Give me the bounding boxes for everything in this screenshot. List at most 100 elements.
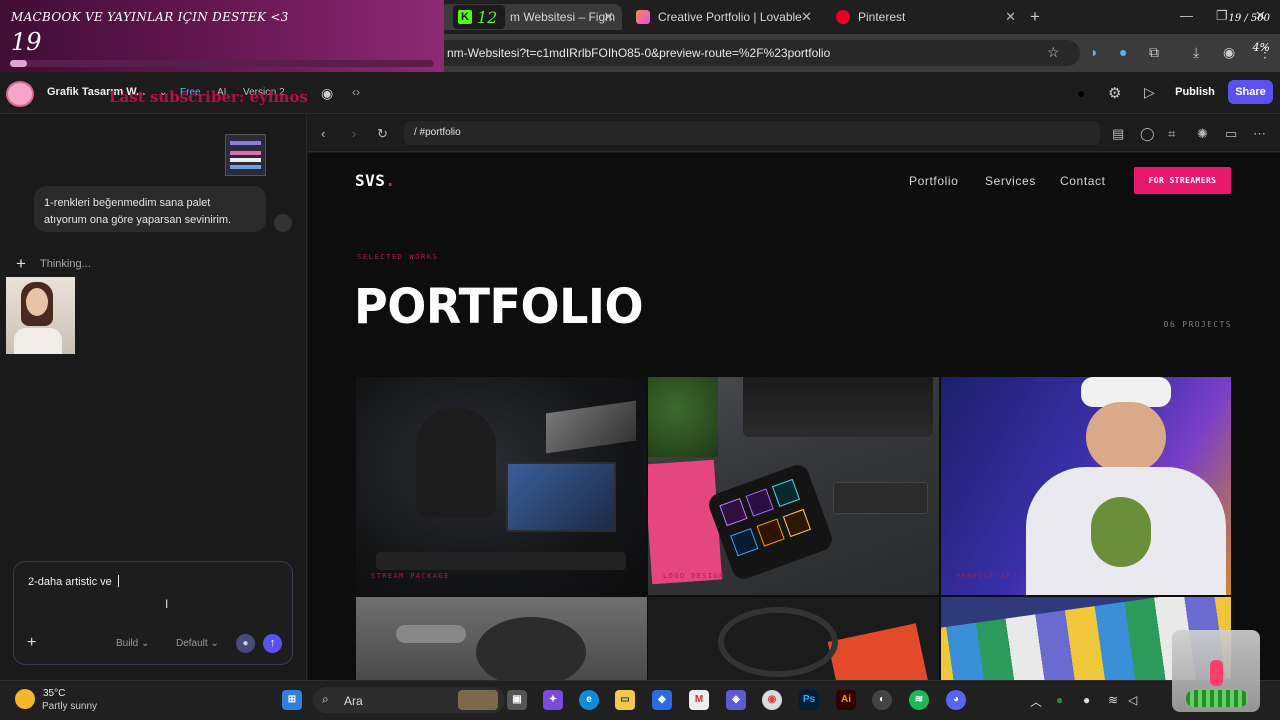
person-face [1086, 402, 1166, 472]
gear-icon[interactable]: ⚙ [1108, 84, 1121, 102]
for-streamers-button[interactable]: FOR STREAMERS [1134, 167, 1231, 194]
photoshop-icon [730, 528, 759, 557]
model-selector[interactable]: Default ⌄ [176, 638, 219, 649]
goal-amount: 19 [11, 28, 42, 56]
tab-lovable[interactable]: Creative Portfolio | Lovable ✕ [628, 4, 820, 30]
adobe-stickers-pad [705, 461, 836, 583]
logo-text: SVS [355, 171, 386, 190]
message-options-button[interactable] [274, 214, 292, 232]
obs-icon[interactable]: ◐ [872, 690, 892, 710]
goal-progress-fill [10, 60, 27, 67]
straw-decoration [1210, 660, 1223, 686]
tab-lovable-label: Creative Portfolio | Lovable [658, 10, 802, 24]
code-icon[interactable]: ‹› [352, 85, 360, 99]
folder-icon[interactable]: ▭ [615, 690, 635, 710]
minimize-button[interactable]: — [1180, 8, 1193, 23]
portfolio-card-4[interactable] [356, 597, 647, 680]
microphone-icon[interactable]: ● [1083, 693, 1090, 707]
after-effects-icon [745, 488, 774, 517]
goal-percent: 4% [1252, 41, 1270, 54]
portfolio-card-profile-art[interactable] [941, 377, 1231, 595]
avatar[interactable] [6, 81, 34, 107]
sun-cloud-icon [15, 689, 35, 709]
send-button[interactable]: ↑ [263, 634, 282, 653]
attach-plus-button[interactable]: + [27, 634, 36, 652]
spotify-icon[interactable]: ≋ [909, 690, 929, 710]
attached-image-thumbnail[interactable] [225, 134, 266, 176]
audition-icon [771, 478, 801, 508]
download-icon[interactable]: ⤓ [1193, 44, 1199, 61]
close-icon[interactable]: ✕ [801, 9, 812, 25]
taskbar-search-label: Ara [344, 694, 363, 708]
microphone-icon[interactable]: ● [236, 634, 255, 653]
wifi-icon[interactable]: ≋ [1108, 693, 1118, 707]
preview-route[interactable]: / #portfolio [414, 127, 461, 138]
select-icon[interactable]: ⌗ [1168, 126, 1175, 142]
store-icon[interactable]: ◆ [652, 690, 672, 710]
kick-viewer-badge: K 12 [453, 5, 505, 29]
discord-icon[interactable]: ◕ [946, 690, 966, 710]
refresh-icon[interactable]: ↻ [377, 126, 388, 142]
composer-input[interactable]: 2-daha artistic ve [28, 576, 112, 588]
close-icon[interactable]: ✕ [1005, 9, 1016, 25]
monitor-shape [743, 377, 933, 437]
card-label: STREAM PACKAGE [371, 572, 450, 580]
close-icon[interactable]: ✕ [603, 9, 614, 25]
eye-icon[interactable]: ◉ [321, 85, 333, 102]
portfolio-card-logo-design[interactable] [648, 377, 939, 595]
nav-link-services[interactable]: Services [985, 174, 1036, 188]
chevron-up-icon[interactable]: ︿ [1030, 693, 1042, 710]
back-arrow-icon[interactable]: ‹ [321, 126, 325, 141]
shazam-icon[interactable]: ● [1119, 44, 1127, 60]
cable-shape [718, 607, 838, 677]
dot-icon[interactable]: ● [1077, 85, 1085, 101]
share-button[interactable]: Share [1228, 80, 1273, 104]
gmail-icon[interactable]: M [689, 690, 709, 710]
wildlife-widget-icon[interactable] [458, 690, 498, 710]
maximize-button[interactable]: ❐ [1216, 8, 1228, 24]
extension-icon[interactable]: ◗ [1090, 44, 1098, 60]
build-mode-selector[interactable]: Build ⌄ [116, 638, 149, 649]
app-icon[interactable]: ◈ [726, 690, 746, 710]
portfolio-card-stream-package[interactable] [356, 377, 647, 595]
goal-title: MACBOOK VE YAYINLAR IÇIN DESTEK <3 [11, 10, 289, 24]
photoshop-icon[interactable]: Ps [799, 690, 819, 710]
tab-pinterest-label: Pinterest [858, 10, 906, 24]
layout-icon[interactable]: ▤ [1112, 126, 1124, 142]
chat-icon[interactable]: ▭ [1225, 126, 1237, 142]
profile-icon[interactable]: ◉ [1223, 44, 1235, 61]
sparkle-icon[interactable]: ✺ [1197, 126, 1208, 142]
edge-icon[interactable]: e [579, 690, 599, 710]
speaker-icon[interactable]: ◁ [1128, 693, 1137, 707]
task-view-icon[interactable]: ▣ [507, 690, 527, 710]
site-logo[interactable]: SVS. [355, 171, 396, 190]
stock-icon [782, 508, 812, 538]
text-cursor-icon: I [165, 597, 169, 611]
goal-progress-track [10, 60, 434, 67]
star-icon[interactable]: ☆ [1047, 44, 1060, 61]
chrome-icon[interactable]: ◉ [762, 690, 782, 710]
new-tab-button[interactable]: + [1030, 7, 1040, 27]
windows-start-icon[interactable]: ⊞ [282, 690, 302, 710]
tab-pinterest[interactable]: Pinterest ✕ [828, 4, 1024, 30]
nav-link-portfolio[interactable]: Portfolio [909, 174, 958, 188]
logo-dot: . [385, 171, 396, 190]
more-icon[interactable]: ⋯ [1253, 126, 1266, 142]
forward-arrow-icon[interactable]: › [352, 126, 356, 141]
play-icon[interactable]: ▷ [1144, 84, 1155, 101]
monitor-shape [506, 462, 616, 532]
tray-app-icon[interactable]: ● [1056, 693, 1063, 707]
preview-route-field[interactable] [404, 121, 1100, 145]
portfolio-card-5[interactable] [648, 597, 939, 680]
url-text[interactable]: nm-Websitesi?t=c1mdIRrlbFOIhO85-0&previe… [447, 46, 830, 60]
publish-button[interactable]: Publish [1173, 80, 1217, 104]
nav-link-contact[interactable]: Contact [1060, 174, 1106, 188]
comment-icon[interactable]: ◯ [1140, 126, 1155, 142]
page-title: PORTFOLIO [354, 277, 644, 335]
illustrator-icon[interactable]: Ai [836, 690, 856, 710]
puzzle-icon[interactable]: ⧉ [1149, 44, 1159, 61]
premiere-icon [719, 498, 748, 527]
copilot-icon[interactable]: ✦ [543, 690, 563, 710]
thinking-status: Thinking... [40, 258, 91, 270]
text-caret [118, 575, 119, 587]
